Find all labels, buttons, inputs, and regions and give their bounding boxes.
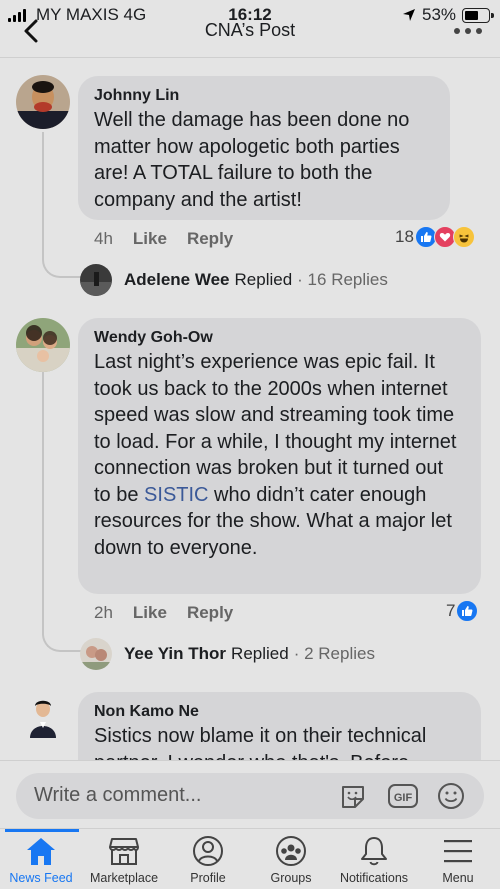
header-divider [0, 57, 500, 58]
tab-menu[interactable]: Menu [413, 835, 500, 885]
tab-label: Groups [270, 871, 312, 885]
comment-bubble[interactable]: Johnny Lin Well the damage has been done… [78, 76, 450, 220]
reply-verb: Replied [234, 270, 293, 289]
like-icon [456, 600, 479, 622]
reply-summary[interactable]: Yee Yin Thor Replied · 2 Replies [80, 638, 375, 670]
profile-icon [193, 836, 223, 866]
avatar[interactable] [16, 692, 70, 746]
svg-text:GIF: GIF [394, 792, 413, 804]
bell-icon [361, 837, 387, 866]
reply-count: · 2 Replies [293, 644, 375, 663]
tab-label: Marketplace [89, 871, 159, 885]
tab-label: Profile [190, 871, 226, 885]
tab-groups[interactable]: Groups [246, 835, 336, 885]
avatar[interactable] [16, 75, 70, 129]
reply-button[interactable]: Reply [187, 603, 233, 623]
page-link[interactable]: SISTIC [144, 484, 208, 506]
comment-actions: 2h Like Reply [94, 603, 233, 623]
comment-time: 2h [94, 603, 113, 622]
tab-label: Menu [442, 871, 474, 885]
haha-icon [452, 226, 475, 248]
reaction-count: 7 [446, 601, 456, 620]
thread-line [42, 132, 44, 252]
page-title: CNA’s Post [204, 20, 296, 40]
reply-button[interactable]: Reply [187, 229, 233, 249]
comment-bubble[interactable]: Wendy Goh-Ow Last night’s experience was… [78, 318, 481, 594]
tab-label: Notifications [339, 871, 409, 885]
comment-text-part: Last night’s experience was epic fail. I… [94, 351, 457, 506]
comment-author[interactable]: Non Kamo Ne [94, 702, 465, 722]
tab-label: News Feed [9, 871, 73, 885]
thread-connector [42, 252, 84, 278]
comment-text: Well the damage has been done no matter … [94, 109, 410, 211]
avatar [80, 638, 112, 670]
like-button[interactable]: Like [133, 603, 167, 623]
bottom-tab-bar: News Feed Marketplace Profile Groups Not… [0, 828, 500, 889]
tab-news-feed[interactable]: News Feed [0, 835, 86, 885]
reply-summary[interactable]: Adelene Wee Replied · 16 Replies [80, 264, 388, 296]
more-options-icon[interactable] [454, 28, 484, 36]
home-icon [27, 838, 55, 865]
post-header: CNA’s Post [0, 18, 500, 58]
comment-composer-bar: Write a comment... GIF [0, 760, 500, 828]
tab-marketplace[interactable]: Marketplace [79, 835, 169, 885]
comment-author[interactable]: Johnny Lin [94, 86, 434, 106]
sticker-icon[interactable] [338, 781, 368, 811]
reaction-count: 18 [395, 227, 414, 246]
avatar [80, 264, 112, 296]
tab-profile[interactable]: Profile [163, 835, 253, 885]
reaction-summary[interactable]: 7 [446, 600, 479, 622]
reply-author: Yee Yin Thor [124, 644, 227, 663]
comment-text: Last night’s experience was epic fail. I… [94, 349, 465, 561]
reply-author: Adelene Wee [124, 270, 230, 289]
thread-connector [42, 626, 84, 652]
comment-author[interactable]: Wendy Goh-Ow [94, 328, 465, 348]
tab-notifications[interactable]: Notifications [329, 835, 419, 885]
comment-time: 4h [94, 229, 113, 248]
active-tab-indicator [5, 829, 79, 832]
store-icon [109, 838, 139, 865]
avatar[interactable] [16, 318, 70, 372]
reply-verb: Replied [231, 644, 289, 663]
comment-actions: 4h Like Reply [94, 229, 233, 249]
menu-icon [444, 840, 472, 863]
comment-placeholder: Write a comment... [34, 784, 202, 806]
reaction-summary[interactable]: 18 [395, 226, 475, 248]
thread-line [42, 372, 44, 626]
reply-count: · 16 Replies [297, 270, 388, 289]
like-button[interactable]: Like [133, 229, 167, 249]
gif-icon[interactable]: GIF [388, 781, 418, 811]
groups-icon [276, 836, 306, 866]
comment-input[interactable]: Write a comment... GIF [16, 773, 484, 819]
emoji-icon[interactable] [436, 781, 466, 811]
